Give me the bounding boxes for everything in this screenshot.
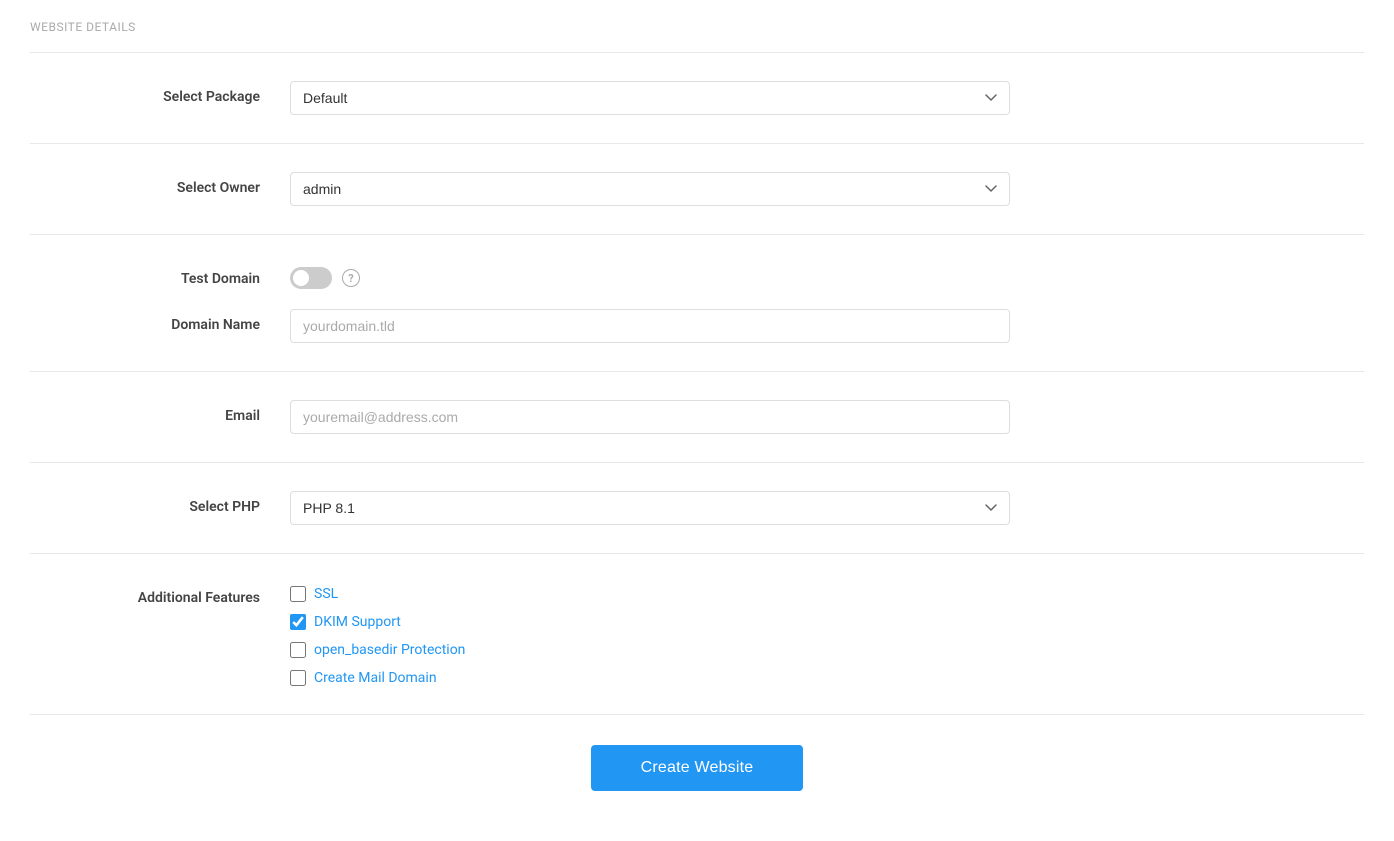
domain-name-control [290, 309, 1010, 343]
email-label: Email [30, 400, 290, 424]
open-basedir-checkbox[interactable] [290, 642, 306, 658]
additional-features-control: SSL DKIM Support open_basedir Protection… [290, 582, 1010, 686]
test-domain-toggle[interactable] [290, 267, 332, 289]
select-package-dropdown[interactable]: Default [290, 81, 1010, 115]
additional-features-label: Additional Features [30, 582, 290, 606]
ssl-checkbox-item[interactable]: SSL [290, 586, 1010, 602]
test-domain-control: ? [290, 263, 1010, 289]
ssl-checkbox[interactable] [290, 586, 306, 602]
toggle-slider [290, 267, 332, 289]
email-input[interactable] [290, 400, 1010, 434]
open-basedir-checkbox-item[interactable]: open_basedir Protection [290, 642, 1010, 658]
select-package-label: Select Package [30, 81, 290, 105]
page-title: WEBSITE DETAILS [30, 20, 1364, 34]
select-package-control: Default [290, 81, 1010, 115]
dkim-checkbox-item[interactable]: DKIM Support [290, 614, 1010, 630]
select-php-section: Select PHP PHP 8.1 PHP 8.0 PHP 7.4 [30, 462, 1364, 553]
domain-name-label: Domain Name [30, 309, 290, 333]
select-owner-section: Select Owner admin [30, 143, 1364, 234]
select-owner-label: Select Owner [30, 172, 290, 196]
page-container: WEBSITE DETAILS Select Package Default S… [0, 0, 1394, 841]
test-domain-section: Test Domain ? Domain Name [30, 234, 1364, 371]
test-domain-help-icon[interactable]: ? [342, 269, 360, 287]
select-php-dropdown[interactable]: PHP 8.1 PHP 8.0 PHP 7.4 [290, 491, 1010, 525]
domain-name-input[interactable] [290, 309, 1010, 343]
submit-section: Create Website [30, 714, 1364, 821]
mail-domain-checkbox[interactable] [290, 670, 306, 686]
select-package-section: Select Package Default [30, 52, 1364, 143]
open-basedir-label: open_basedir Protection [314, 642, 465, 658]
email-section: Email [30, 371, 1364, 462]
checkbox-group: SSL DKIM Support open_basedir Protection… [290, 582, 1010, 686]
test-domain-label: Test Domain [30, 263, 290, 287]
dkim-label: DKIM Support [314, 614, 401, 630]
dkim-checkbox[interactable] [290, 614, 306, 630]
select-php-label: Select PHP [30, 491, 290, 515]
email-control [290, 400, 1010, 434]
mail-domain-label: Create Mail Domain [314, 670, 437, 686]
select-owner-control: admin [290, 172, 1010, 206]
mail-domain-checkbox-item[interactable]: Create Mail Domain [290, 670, 1010, 686]
ssl-label: SSL [314, 586, 338, 602]
select-owner-dropdown[interactable]: admin [290, 172, 1010, 206]
create-website-button[interactable]: Create Website [591, 745, 804, 791]
select-php-control: PHP 8.1 PHP 8.0 PHP 7.4 [290, 491, 1010, 525]
additional-features-section: Additional Features SSL DKIM Support ope… [30, 553, 1364, 714]
